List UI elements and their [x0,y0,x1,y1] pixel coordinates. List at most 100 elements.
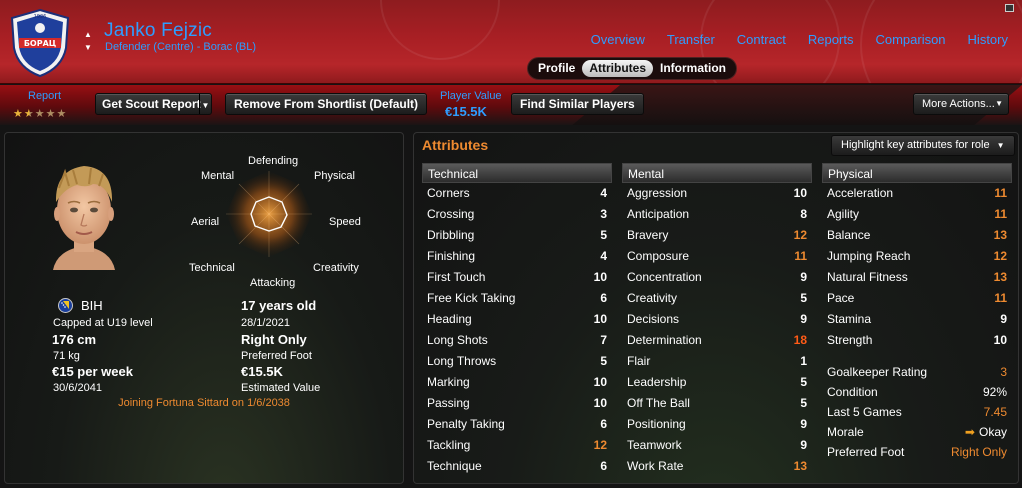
scout-report-dropdown-icon[interactable]: ▼ [199,94,211,114]
attribute-row[interactable]: Crossing 3 [422,204,612,225]
attribute-row[interactable]: Aggression 10 [622,183,812,204]
physical-list: Acceleration 11 Agility 11 Balance 13 Jumping … [822,183,1012,351]
info-value: Right Only [950,445,1007,459]
nav-contract[interactable]: Contract [737,32,786,47]
attribute-value: 9 [800,312,807,326]
attribute-row[interactable]: Long Shots 7 [422,330,612,351]
attribute-name: Long Shots [427,333,488,347]
attribute-row[interactable]: Marking 10 [422,372,612,393]
highlight-attributes-button[interactable]: Highlight key attributes for role ▼ [831,135,1015,156]
attribute-value: 11 [794,249,807,263]
technical-attributes: Technical Corners 4 Crossing 3 Dribbling 5 Fin… [422,163,612,477]
attribute-name: Long Throws [427,354,497,368]
attribute-row[interactable]: Agility 11 [822,204,1012,225]
transfer-notice[interactable]: Joining Fortuna Sittard on 1/6/2038 [5,397,403,409]
technical-list: Corners 4 Crossing 3 Dribbling 5 Finishing 4 Fir… [422,183,612,477]
tab-attributes[interactable]: Attributes [582,60,654,77]
prev-player-arrow-icon[interactable]: ▲ [84,28,92,41]
contract-end: 30/6/2041 [53,382,102,394]
more-actions-label: More Actions... [922,98,995,110]
maximize-icon[interactable] [1005,4,1014,12]
info-row: Preferred Foot Right Only [822,442,1012,462]
tab-profile[interactable]: Profile [531,60,582,77]
attribute-value: 10 [793,186,807,200]
player-switcher[interactable]: ▲ ▼ [84,28,92,54]
attribute-value: 6 [600,459,607,473]
attribute-row[interactable]: First Touch 10 [422,267,612,288]
attribute-row[interactable]: Leadership 5 [622,372,812,393]
estimated-value: €15.5K [241,364,283,379]
attribute-value: 5 [600,354,607,368]
nav-comparison[interactable]: Comparison [875,32,945,47]
attribute-row[interactable]: Dribbling 5 [422,225,612,246]
attribute-row[interactable]: Acceleration 11 [822,183,1012,204]
attribute-name: Work Rate [627,459,684,473]
attribute-value: 10 [993,333,1007,347]
attribute-row[interactable]: Teamwork 9 [622,435,812,456]
info-value: ➡ Okay [965,422,1007,442]
top-navigation: Overview Transfer Contract Reports Compa… [591,32,1008,47]
attribute-name: Off The Ball [627,396,690,410]
info-row: Morale ➡ Okay [822,422,1012,442]
tab-information[interactable]: Information [653,60,733,77]
attribute-row[interactable]: Concentration 9 [622,267,812,288]
attribute-row[interactable]: Jumping Reach 12 [822,246,1012,267]
attribute-value: 4 [600,186,607,200]
radar-label-creativity: Creativity [313,262,359,274]
attribute-row[interactable]: Natural Fitness 13 [822,267,1012,288]
attribute-name: First Touch [427,270,486,284]
attribute-row[interactable]: Work Rate 13 [622,456,812,477]
date-of-birth: 28/1/2021 [241,317,290,329]
rating-star-icon: ★ [45,108,57,120]
attribute-row[interactable]: Flair 1 [622,351,812,372]
nav-transfer[interactable]: Transfer [667,32,715,47]
attribute-name: Decisions [627,312,680,326]
nav-reports[interactable]: Reports [808,32,854,47]
attribute-row[interactable]: Strength 10 [822,330,1012,351]
attribute-value: 9 [1000,312,1007,326]
player-role[interactable]: Defender (Centre) - Borac (BL) [105,41,256,53]
report-star-rating[interactable]: ★★★★★ [13,107,67,120]
info-value: 3 [1000,365,1007,379]
attribute-row[interactable]: Free Kick Taking 6 [422,288,612,309]
info-row: Last 5 Games 7.45 [822,402,1012,422]
attribute-row[interactable]: Anticipation 8 [622,204,812,225]
next-player-arrow-icon[interactable]: ▼ [84,41,92,54]
bih-flag-icon [58,298,73,313]
attribute-row[interactable]: Balance 13 [822,225,1012,246]
attribute-row[interactable]: Pace 11 [822,288,1012,309]
info-name: Morale [827,425,864,439]
preferred-foot: Right Only [241,332,307,347]
attribute-row[interactable]: Finishing 4 [422,246,612,267]
attribute-row[interactable]: Off The Ball 5 [622,393,812,414]
attribute-row[interactable]: Creativity 5 [622,288,812,309]
attribute-value: 11 [994,291,1007,305]
player-header: БОРАЦ 1926 ▲ ▼ Janko Fejzic Defender (Ce… [0,0,1022,84]
nav-overview[interactable]: Overview [591,32,645,47]
nationality[interactable]: BIH [81,298,103,313]
nav-history[interactable]: History [968,32,1008,47]
attribute-row[interactable]: Corners 4 [422,183,612,204]
attribute-row[interactable]: Stamina 9 [822,309,1012,330]
attribute-row[interactable]: Penalty Taking 6 [422,414,612,435]
attribute-row[interactable]: Technique 6 [422,456,612,477]
attribute-value: 10 [593,270,607,284]
attribute-row[interactable]: Decisions 9 [622,309,812,330]
more-actions-button[interactable]: More Actions... ▼ [913,93,1009,115]
player-profile-panel: Defending Physical Speed Creativity Atta… [4,132,404,484]
attribute-row[interactable]: Passing 10 [422,393,612,414]
remove-from-shortlist-button[interactable]: Remove From Shortlist (Default) [225,93,428,115]
attribute-row[interactable]: Long Throws 5 [422,351,612,372]
attribute-name: Determination [627,333,702,347]
attribute-row[interactable]: Positioning 9 [622,414,812,435]
attribute-row[interactable]: Bravery 12 [622,225,812,246]
attribute-row[interactable]: Heading 10 [422,309,612,330]
attribute-row[interactable]: Composure 11 [622,246,812,267]
attribute-value: 12 [993,249,1007,263]
find-similar-players-button[interactable]: Find Similar Players [511,93,644,115]
attribute-value: 5 [800,375,807,389]
attribute-row[interactable]: Tackling 12 [422,435,612,456]
get-scout-report-button[interactable]: Get Scout Report ▼ [95,93,212,115]
attribute-value: 11 [994,186,1007,200]
attribute-row[interactable]: Determination 18 [622,330,812,351]
